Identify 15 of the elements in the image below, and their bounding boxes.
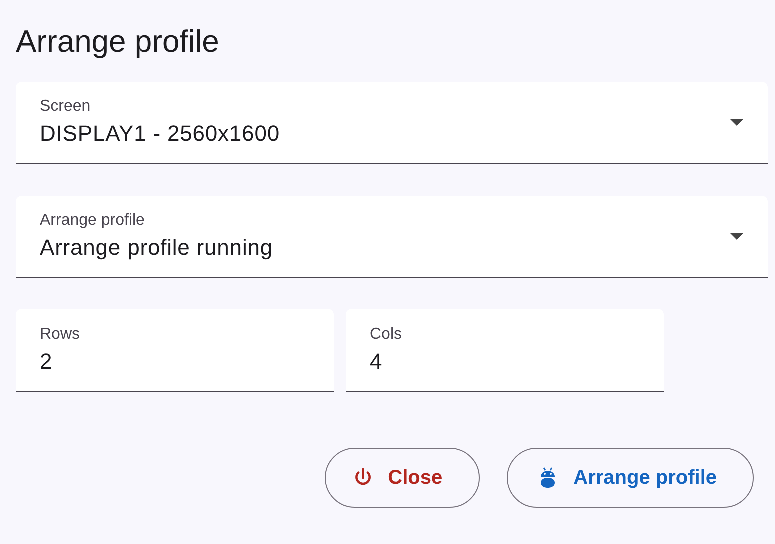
arrange-button[interactable]: Arrange profile [506, 448, 754, 508]
field-value: DISPLAY1 - 2560x1600 [40, 121, 281, 147]
field-value: 2 [40, 348, 54, 374]
input-field[interactable]: Cols 4 [346, 309, 664, 392]
select-field[interactable]: Screen DISPLAY1 - 2560x1600 [16, 82, 768, 164]
field-value: 4 [370, 348, 384, 374]
dialog-title: Arrange profile [16, 23, 220, 61]
field-label: Screen [40, 98, 92, 116]
field-label: Rows [40, 326, 82, 344]
field-label: Arrange profile [40, 212, 146, 230]
close-button[interactable]: Close [324, 448, 480, 508]
input-field[interactable]: Rows 2 [16, 309, 334, 392]
field-label: Cols [370, 326, 404, 344]
field-value: Arrange profile running [40, 235, 274, 261]
select-field[interactable]: Arrange profile Arrange profile running [16, 196, 768, 278]
